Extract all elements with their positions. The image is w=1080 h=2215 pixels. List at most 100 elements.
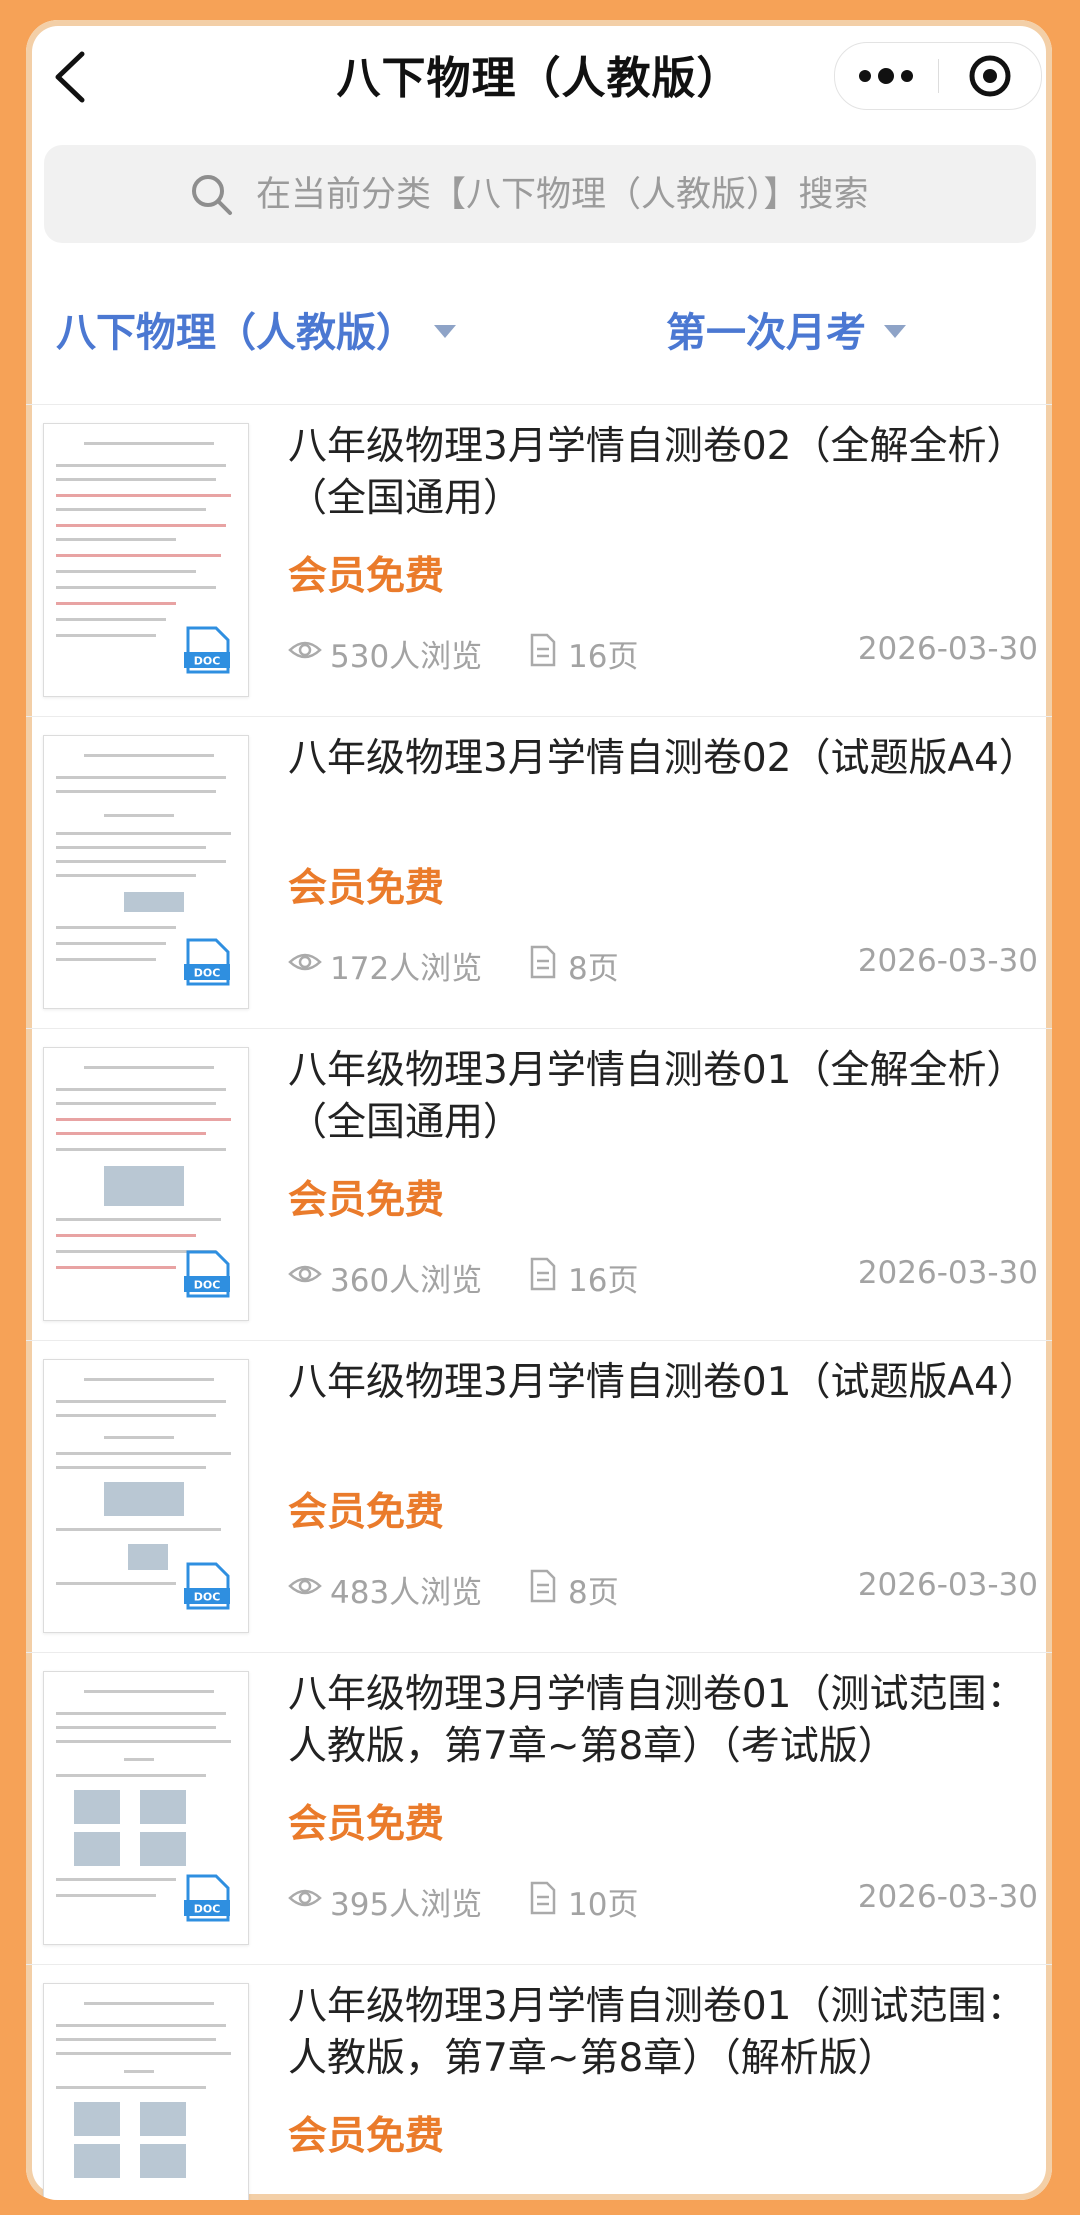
mini-program-capsule (834, 42, 1042, 110)
thumb-line (56, 1118, 231, 1121)
thumb-line (84, 754, 214, 757)
page-icon (530, 1881, 556, 1915)
thumb-figure (140, 1790, 186, 1824)
view-count: 483人浏览 (330, 1575, 483, 1611)
list-item[interactable]: DOC 八年级物理3月学情自测卷02（全解全析）（全国通用） 会员免费 530人… (26, 405, 1052, 717)
doc-file-icon: DOC (184, 1562, 230, 1610)
page-icon (530, 945, 556, 979)
thumb-line (56, 1218, 221, 1221)
doc-file-icon: DOC (184, 626, 230, 674)
thumb-line (84, 1690, 214, 1693)
thumb-line (56, 508, 206, 511)
thumb-line (56, 570, 196, 573)
doc-badge-label: DOC (194, 967, 221, 980)
thumb-line (56, 2038, 216, 2041)
thumb-line (56, 554, 221, 557)
item-price: 会员免费 (288, 866, 445, 911)
thumb-figure (74, 1832, 120, 1866)
item-title[interactable]: 八年级物理3月学情自测卷01（全解全析）（全国通用） (288, 1045, 1038, 1149)
page-count: 8页 (568, 951, 619, 987)
document-thumbnail[interactable]: DOC (43, 735, 249, 1009)
thumb-line (56, 2052, 231, 2055)
thumb-line (56, 926, 176, 929)
doc-file-icon: DOC (184, 1250, 230, 1298)
thumb-line (56, 494, 231, 497)
eye-icon (288, 1577, 322, 1595)
publish-date: 2026-03-30 (857, 1879, 1038, 1915)
search-input[interactable] (254, 161, 978, 229)
thumb-figure (74, 1790, 120, 1824)
view-count: 530人浏览 (330, 639, 483, 675)
more-dots-icon[interactable] (835, 43, 937, 109)
document-thumbnail[interactable]: DOC (43, 1047, 249, 1321)
thumb-line (84, 1066, 214, 1069)
item-title[interactable]: 八年级物理3月学情自测卷02（试题版A4） (288, 733, 1038, 785)
page-count: 16页 (568, 1263, 639, 1299)
thumb-line (84, 2002, 214, 2005)
thumb-line (56, 790, 216, 793)
publish-date: 2026-03-30 (857, 943, 1038, 979)
filter-category[interactable]: 八下物理（人教版） (56, 300, 456, 358)
item-title[interactable]: 八年级物理3月学情自测卷02（全解全析）（全国通用） (288, 421, 1038, 525)
thumb-line (56, 1132, 206, 1135)
thumb-line (56, 1774, 206, 1777)
publish-date: 2026-03-30 (857, 1567, 1038, 1603)
filter-exam-label: 第一次月考 (666, 310, 866, 356)
item-meta: 172人浏览 8页 2026-03-30 (288, 943, 1038, 987)
thumb-line (56, 634, 156, 637)
thumb-line (56, 1414, 216, 1417)
doc-badge-label: DOC (194, 1279, 221, 1292)
filter-exam[interactable]: 第一次月考 (666, 300, 906, 358)
thumb-line (56, 1726, 216, 1729)
item-title[interactable]: 八年级物理3月学情自测卷01（测试范围：人教版，第7章~第8章）（解析版） (288, 1981, 1038, 2085)
thumb-line (124, 2070, 154, 2073)
thumb-line (56, 524, 226, 527)
thumb-line (104, 1436, 174, 1439)
thumb-line (56, 1894, 156, 1897)
thumb-line (56, 846, 206, 849)
thumb-figure (140, 2102, 186, 2136)
thumb-line (56, 1528, 221, 1531)
thumb-line (56, 1266, 176, 1269)
view-count: 172人浏览 (330, 951, 483, 987)
list-item[interactable]: 八年级物理3月学情自测卷01（测试范围：人教版，第7章~第8章）（解析版） 会员… (26, 1965, 1052, 2200)
thumb-figure (140, 1832, 186, 1866)
thumb-line (56, 874, 196, 877)
item-meta: 395人浏览 10页 2026-03-30 (288, 1879, 1038, 1923)
item-title[interactable]: 八年级物理3月学情自测卷01（试题版A4） (288, 1357, 1038, 1409)
thumb-line (56, 478, 216, 481)
document-thumbnail[interactable]: DOC (43, 423, 249, 697)
thumb-figure (128, 1544, 168, 1570)
doc-badge-label: DOC (194, 1903, 221, 1916)
eye-icon (288, 953, 322, 971)
list-item[interactable]: DOC 八年级物理3月学情自测卷01（全解全析）（全国通用） 会员免费 360人… (26, 1029, 1052, 1341)
filter-category-label: 八下物理（人教版） (56, 310, 416, 356)
item-price: 会员免费 (288, 1802, 445, 1847)
target-circle-icon[interactable] (939, 43, 1041, 109)
thumb-line (56, 942, 166, 945)
thumb-line (56, 1400, 226, 1403)
eye-icon (288, 1889, 322, 1907)
view-count: 395人浏览 (330, 1887, 483, 1923)
page-icon (530, 1569, 556, 1603)
list-item[interactable]: DOC 八年级物理3月学情自测卷01（测试范围：人教版，第7章~第8章）（考试版… (26, 1653, 1052, 1965)
thumb-line (56, 1148, 226, 1151)
thumb-line (56, 2086, 206, 2089)
item-title[interactable]: 八年级物理3月学情自测卷01（测试范围：人教版，第7章~第8章）（考试版） (288, 1669, 1038, 1773)
list-item[interactable]: DOC 八年级物理3月学情自测卷01（试题版A4） 会员免费 483人浏览 8页… (26, 1341, 1052, 1653)
page-icon (530, 1257, 556, 1291)
document-thumbnail[interactable] (43, 1983, 249, 2200)
search-icon (192, 175, 232, 215)
thumb-figure (104, 1482, 184, 1516)
document-thumbnail[interactable]: DOC (43, 1359, 249, 1633)
list-item[interactable]: DOC 八年级物理3月学情自测卷02（试题版A4） 会员免费 172人浏览 8页… (26, 717, 1052, 1029)
page-count: 16页 (568, 639, 639, 675)
doc-file-icon: DOC (184, 1874, 230, 1922)
thumb-figure (140, 2144, 186, 2178)
thumb-line (56, 618, 166, 621)
search-bar[interactable] (44, 145, 1036, 243)
thumb-line (56, 586, 216, 589)
thumb-line (56, 1712, 226, 1715)
doc-file-icon: DOC (184, 938, 230, 986)
document-thumbnail[interactable]: DOC (43, 1671, 249, 1945)
